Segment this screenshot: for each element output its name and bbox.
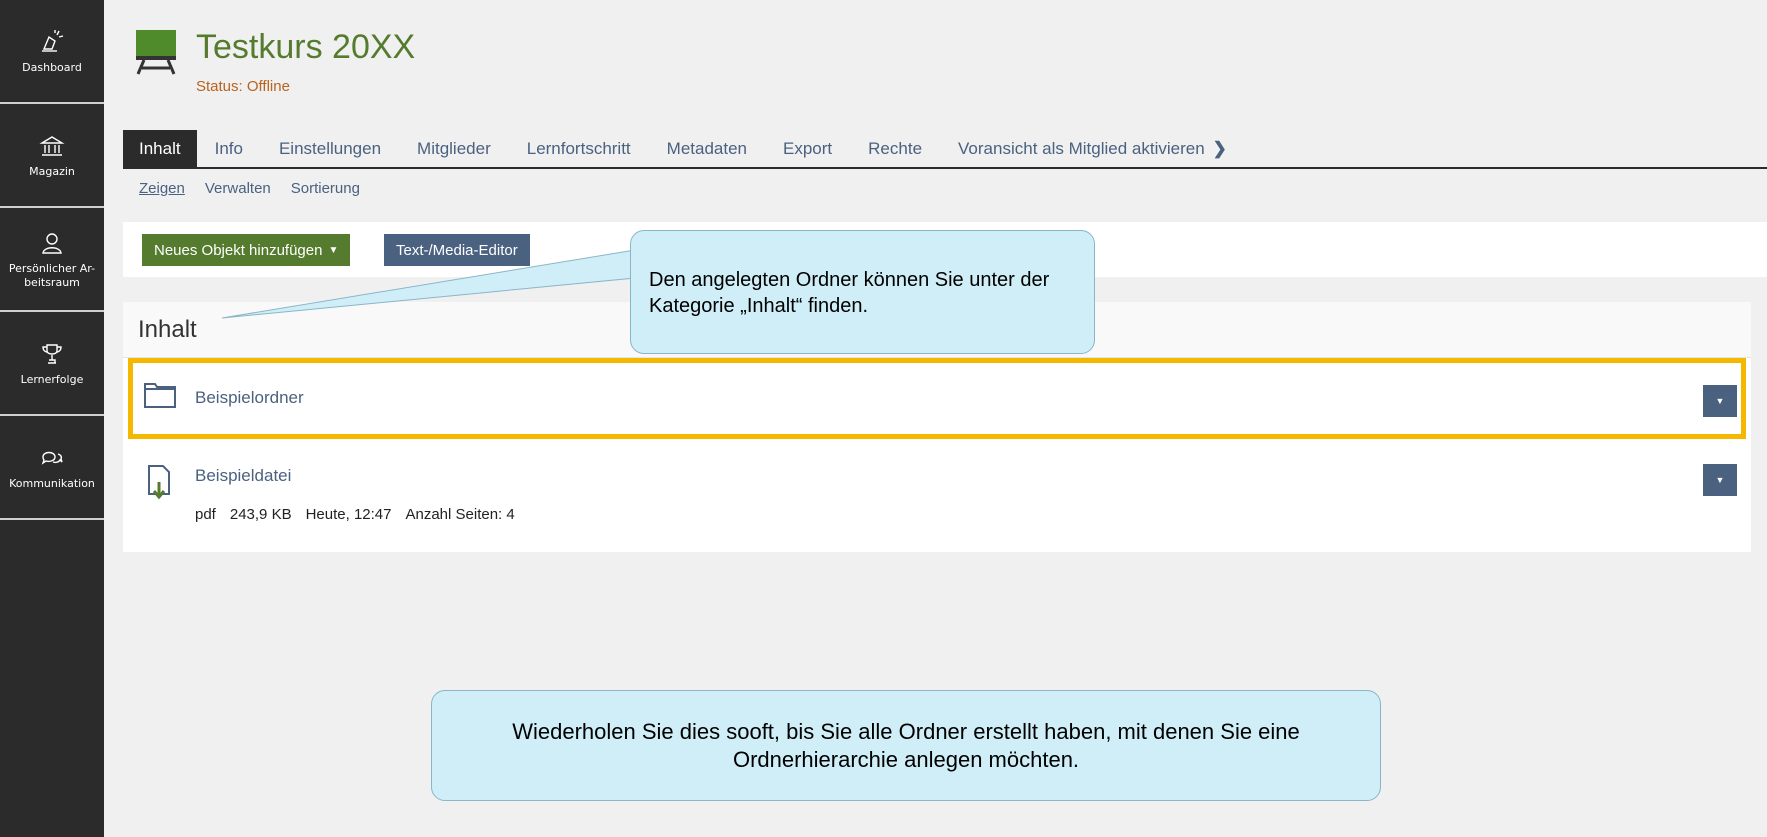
bank-icon	[39, 131, 65, 161]
subtab-bar: Zeigen Verwalten Sortierung	[139, 180, 360, 197]
sidebar-item-label: Dashboard	[22, 61, 82, 74]
callout-bottom: Wiederholen Sie dies sooft, bis Sie alle…	[431, 690, 1381, 801]
subtab-sortierung[interactable]: Sortierung	[291, 180, 360, 197]
tab-voransicht[interactable]: Voransicht als Mitglied aktivieren ❯	[940, 130, 1245, 167]
status-text: Status: Offline	[196, 78, 290, 95]
callout-top: Den angelegten Ordner können Sie unter d…	[630, 230, 1095, 354]
file-date: Heute, 12:47	[305, 506, 392, 523]
sidebar-item-personal-workspace[interactable]: Persönlicher Ar- beitsraum	[0, 208, 104, 312]
sidebar-item-kommunikation[interactable]: Kommunikation	[0, 416, 104, 520]
file-meta: pdf 243,9 KB Heute, 12:47 Anzahl Seiten:…	[195, 506, 515, 523]
tab-voransicht-label: Voransicht als Mitglied aktivieren	[958, 138, 1205, 158]
file-type: pdf	[195, 506, 216, 523]
tab-lernfortschritt[interactable]: Lernfortschritt	[509, 130, 649, 167]
sidebar: Dashboard Magazin Persönlicher Ar- beits…	[0, 0, 104, 837]
page-title: Testkurs 20XX	[196, 28, 416, 66]
sidebar-item-magazin[interactable]: Magazin	[0, 104, 104, 208]
folder-icon	[143, 380, 177, 415]
list-item: Beispielordner ▼	[123, 362, 1751, 442]
text-media-editor-button[interactable]: Text-/Media-Editor	[384, 234, 530, 266]
sidebar-item-label: Kommunikation	[9, 477, 95, 490]
subtab-zeigen[interactable]: Zeigen	[139, 180, 185, 197]
sidebar-item-dashboard[interactable]: Dashboard	[0, 0, 104, 104]
sidebar-item-label: Magazin	[29, 165, 75, 178]
sidebar-item-lernerfolge[interactable]: Lernerfolge	[0, 312, 104, 416]
tab-metadaten[interactable]: Metadaten	[649, 130, 765, 167]
file-title-link[interactable]: Beispieldatei	[195, 466, 291, 486]
user-icon	[39, 228, 65, 258]
sidebar-item-label: Lernerfolge	[20, 373, 84, 386]
caret-down-icon: ▼	[328, 244, 339, 256]
content-title: Inhalt	[138, 316, 197, 343]
subtab-verwalten[interactable]: Verwalten	[205, 180, 271, 197]
tab-bar: Inhalt Info Einstellungen Mitglieder Ler…	[123, 130, 1767, 169]
course-blackboard-icon	[134, 28, 178, 76]
dashboard-icon	[39, 27, 65, 57]
add-object-label: Neues Objekt hinzufügen	[154, 241, 323, 259]
file-size: 243,9 KB	[229, 506, 292, 523]
tab-rechte[interactable]: Rechte	[850, 130, 940, 167]
chevron-right-icon: ❯	[1212, 138, 1227, 158]
file-download-icon	[143, 462, 173, 507]
folder-actions-dropdown[interactable]: ▼	[1703, 385, 1737, 417]
file-actions-dropdown[interactable]: ▼	[1703, 464, 1737, 496]
file-pages: Anzahl Seiten: 4	[405, 506, 515, 523]
list-item: Beispieldatei pdf 243,9 KB Heute, 12:47 …	[123, 450, 1751, 550]
tab-einstellungen[interactable]: Einstellungen	[261, 130, 399, 167]
chat-icon	[39, 443, 65, 473]
add-object-button[interactable]: Neues Objekt hinzufügen ▼	[142, 234, 351, 266]
folder-title-link[interactable]: Beispielordner	[195, 388, 304, 408]
trophy-icon	[39, 339, 65, 369]
tab-export[interactable]: Export	[765, 130, 850, 167]
tab-mitglieder[interactable]: Mitglieder	[399, 130, 509, 167]
sidebar-item-label: Persönlicher Ar- beitsraum	[8, 262, 96, 289]
tab-inhalt[interactable]: Inhalt	[123, 130, 197, 167]
tab-info[interactable]: Info	[197, 130, 261, 167]
